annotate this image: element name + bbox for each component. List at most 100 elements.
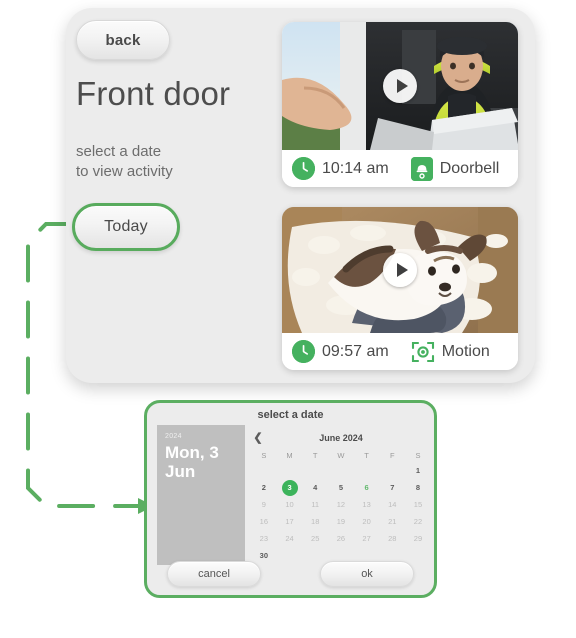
- back-button[interactable]: back: [76, 20, 170, 60]
- calendar-day[interactable]: 9: [251, 496, 277, 513]
- calendar-day[interactable]: 2: [251, 479, 277, 496]
- calendar-day-empty: [354, 462, 380, 479]
- calendar-day[interactable]: 16: [251, 513, 277, 530]
- clock-icon: [292, 340, 315, 363]
- calendar-day-empty: [302, 547, 328, 564]
- play-icon[interactable]: [383, 69, 417, 103]
- calendar-day[interactable]: 6: [354, 479, 380, 496]
- calendar-day-label: 4: [313, 483, 318, 492]
- calendar-week-row: 23 24 25 26 27 28 29: [251, 530, 431, 547]
- calendar-day[interactable]: 28: [379, 530, 405, 547]
- calendar-day-label: 9: [261, 500, 266, 509]
- calendar-day-empty: [405, 547, 431, 564]
- chevron-left-icon[interactable]: ❮: [251, 432, 265, 444]
- event-meta: 09:57 am Motion: [282, 333, 518, 370]
- calendar-day-empty: [379, 462, 405, 479]
- calendar-weekday: T: [364, 450, 369, 460]
- calendar-day[interactable]: 25: [302, 530, 328, 547]
- calendar-day[interactable]: 1: [405, 462, 431, 479]
- ok-button[interactable]: ok: [320, 561, 414, 587]
- calendar-day[interactable]: 8: [405, 479, 431, 496]
- calendar-day[interactable]: 14: [379, 496, 405, 513]
- event-card[interactable]: 09:57 am Motion: [282, 207, 518, 370]
- date-picker-dialog: select a date 2024 Mon, 3 Jun ❮ June 2024…: [144, 400, 437, 598]
- calendar-day-label: 27: [362, 534, 371, 543]
- calendar-day[interactable]: 23: [251, 530, 277, 547]
- calendar-day[interactable]: 22: [405, 513, 431, 530]
- calendar-day[interactable]: 3: [277, 479, 303, 496]
- calendar-weekday: S: [415, 450, 421, 460]
- calendar-day[interactable]: 29: [405, 530, 431, 547]
- calendar-day-label: 26: [336, 534, 346, 543]
- calendar-day[interactable]: 26: [328, 530, 354, 547]
- screen: back Front door select a date to view ac…: [0, 0, 576, 638]
- subtitle-line-2: to view activity: [76, 163, 173, 180]
- today-button[interactable]: Today: [72, 203, 180, 251]
- calendar-week-row: 16 17 18 19 20 21 22: [251, 513, 431, 530]
- event-thumbnail[interactable]: [282, 22, 518, 150]
- calendar-day[interactable]: 17: [277, 513, 303, 530]
- cancel-button-label: cancel: [198, 568, 230, 580]
- calendar-day-label: 6: [364, 483, 369, 492]
- event-card[interactable]: 10:14 am Doorbell: [282, 22, 518, 187]
- calendar-week-row: 2 3 4 5 6 7 8: [251, 479, 431, 496]
- calendar-weekday: S: [261, 450, 267, 460]
- calendar-day-empty: [277, 462, 303, 479]
- calendar-day-label: 30: [259, 551, 269, 560]
- calendar-grid: 1 2 3 4 5 6 7 8 9 10 11 12 13 14 15 16 17 18 19 20 21 22 23 24 2…: [251, 462, 431, 564]
- calendar-day-label: 13: [362, 500, 371, 509]
- calendar-day[interactable]: 27: [354, 530, 380, 547]
- page-title: Front door: [76, 75, 231, 112]
- page-subtitle: select a date to view activity: [76, 142, 173, 182]
- calendar-day[interactable]: 13: [354, 496, 380, 513]
- cancel-button[interactable]: cancel: [167, 561, 261, 587]
- calendar-day[interactable]: 4: [302, 479, 328, 496]
- calendar-day[interactable]: 24: [277, 530, 303, 547]
- calendar-day-label: 2: [261, 483, 266, 492]
- calendar-day-label: 28: [388, 534, 397, 543]
- calendar-day-label: 29: [413, 534, 423, 543]
- calendar-day[interactable]: 15: [405, 496, 431, 513]
- calendar-day[interactable]: 19: [328, 513, 354, 530]
- ok-button-label: ok: [361, 568, 373, 580]
- calendar-day-label: 16: [259, 517, 269, 526]
- calendar-day-label: 5: [338, 483, 343, 492]
- calendar-day[interactable]: 7: [379, 479, 405, 496]
- calendar-week-row: 1: [251, 462, 431, 479]
- calendar-day[interactable]: 20: [354, 513, 380, 530]
- calendar-day[interactable]: 10: [277, 496, 303, 513]
- event-meta: 10:14 am Doorbell: [282, 150, 518, 187]
- event-type: Motion: [441, 342, 490, 360]
- back-button-label: back: [105, 31, 141, 49]
- today-button-label: Today: [104, 218, 148, 235]
- calendar-weekday: T: [312, 450, 318, 460]
- calendar-day[interactable]: 11: [302, 496, 328, 513]
- calendar-day-label: 23: [259, 534, 269, 543]
- play-icon[interactable]: [383, 253, 417, 287]
- event-time: 09:57 am: [322, 342, 389, 360]
- calendar-header: ❮ June 2024: [251, 431, 431, 445]
- event-thumbnail[interactable]: [282, 207, 518, 333]
- motion-icon: [411, 340, 435, 364]
- selected-date-panel: 2024 Mon, 3 Jun: [157, 425, 245, 565]
- calendar-day[interactable]: 21: [379, 513, 405, 530]
- selected-date: Mon, 3 Jun: [165, 443, 237, 481]
- calendar-day-label: 7: [390, 483, 395, 492]
- selected-date-line: Jun: [165, 462, 196, 481]
- calendar-day-label: 17: [285, 517, 294, 526]
- calendar-day-empty: [251, 462, 277, 479]
- subtitle-line-1: select a date: [76, 143, 162, 160]
- calendar-day-label: 24: [285, 534, 294, 543]
- calendar-day[interactable]: 12: [328, 496, 354, 513]
- calendar-day[interactable]: 18: [302, 513, 328, 530]
- date-picker-title: select a date: [257, 409, 324, 421]
- calendar-day[interactable]: 30: [251, 547, 277, 564]
- calendar-day[interactable]: 5: [328, 479, 354, 496]
- calendar-day-label: 8: [415, 483, 421, 492]
- calendar-day-label: 12: [336, 500, 346, 509]
- selected-year: 2024: [165, 433, 182, 440]
- calendar-weekday-row: SMTWTFS: [251, 448, 431, 462]
- calendar-weekday: F: [389, 450, 395, 460]
- calendar-day-empty: [328, 462, 354, 479]
- calendar-day-label: 3: [287, 483, 292, 492]
